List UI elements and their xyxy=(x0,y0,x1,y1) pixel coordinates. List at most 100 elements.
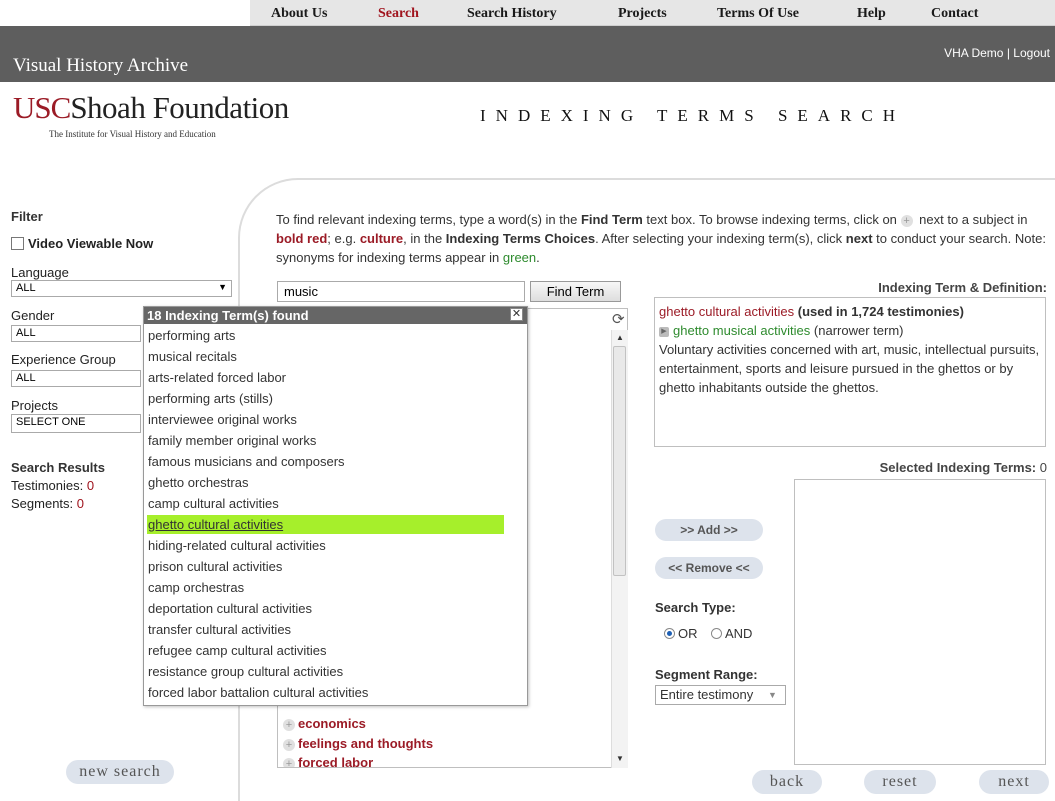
expand-arrow-icon[interactable]: ▶ xyxy=(659,326,669,337)
dropdown-item[interactable]: arts-related forced labor xyxy=(147,368,504,387)
chevron-down-icon[interactable]: ▼ xyxy=(768,690,777,700)
dropdown-item[interactable]: forced labor battalion cultural activiti… xyxy=(147,683,504,702)
dropdown-item[interactable]: hiding-related cultural activities xyxy=(147,536,504,555)
dropdown-item[interactable]: ghetto orchestras xyxy=(147,473,504,492)
find-term-input[interactable] xyxy=(277,281,525,302)
testimonies-value: 0 xyxy=(86,478,95,493)
dropdown-item[interactable]: musical recitals xyxy=(147,347,504,366)
find-term-button[interactable]: Find Term xyxy=(530,281,621,302)
segments-label: Segments: xyxy=(11,496,74,511)
projects-select[interactable]: SELECT ONE xyxy=(11,414,141,433)
projects-select-value: SELECT ONE xyxy=(16,416,86,428)
plus-icon[interactable]: + xyxy=(283,719,295,731)
nav-search-history[interactable]: Search History xyxy=(467,6,557,22)
segment-range-select[interactable]: Entire testimony xyxy=(655,685,786,705)
new-search-button[interactable]: new search xyxy=(66,760,174,784)
instr-p4: ; e.g. xyxy=(327,231,360,246)
narrower-term-row[interactable]: ▶ ghetto musical activities (narrower ter… xyxy=(659,321,1041,340)
dropdown-item[interactable]: family member original works xyxy=(147,431,504,450)
dropdown-item[interactable]: prison cultural activities xyxy=(147,557,504,576)
gender-label: Gender xyxy=(11,308,55,323)
language-select[interactable]: ALL ▼ xyxy=(11,280,232,297)
autocomplete-dropdown: 18 Indexing Term(s) found ✕ performing a… xyxy=(143,306,528,706)
dropdown-item[interactable]: deportation cultural activities xyxy=(147,599,504,618)
instr-p3: next to a subject in xyxy=(915,212,1028,227)
instr-p1: To find relevant indexing terms, type a … xyxy=(276,212,581,227)
nav-help[interactable]: Help xyxy=(857,6,886,22)
instructions-text: To find relevant indexing terms, type a … xyxy=(276,210,1046,267)
dropdown-count-label: 18 Indexing Term(s) found xyxy=(147,308,309,323)
nav-search[interactable]: Search xyxy=(378,6,419,22)
usc-shoah-logo: USCShoah Foundation xyxy=(13,90,289,126)
video-viewable-checkbox[interactable] xyxy=(11,237,24,250)
segments-count: Segments: 0 xyxy=(11,496,84,511)
search-type-and[interactable]: AND xyxy=(711,626,752,641)
add-button[interactable]: >> Add >> xyxy=(655,519,763,541)
definition-box: ghetto cultural activities (used in 1,72… xyxy=(654,297,1046,447)
dropdown-item[interactable]: transfer cultural activities xyxy=(147,620,504,639)
logo-usc: USC xyxy=(13,90,71,125)
dropdown-item[interactable]: resistance group cultural activities xyxy=(147,662,504,681)
scroll-down-icon[interactable]: ▼ xyxy=(616,754,624,763)
choice-item[interactable]: + feelings and thoughts xyxy=(283,736,433,751)
back-button[interactable]: back xyxy=(752,770,822,794)
selected-terms-box[interactable] xyxy=(794,479,1046,765)
app-title: Visual History Archive xyxy=(13,55,189,76)
user-name-link[interactable]: VHA Demo xyxy=(944,46,1003,60)
close-icon[interactable]: ✕ xyxy=(510,308,523,321)
choice-label: forced labor xyxy=(298,755,374,767)
dropdown-item[interactable]: ghetto cultural activities xyxy=(147,515,504,534)
nav-contact[interactable]: Contact xyxy=(931,6,978,22)
top-nav: About Us Search Search History Projects … xyxy=(0,0,1055,26)
scroll-up-icon[interactable]: ▲ xyxy=(616,333,624,342)
nav-terms-of-use[interactable]: Terms Of Use xyxy=(717,6,799,22)
radio-or-label: OR xyxy=(678,626,698,641)
plus-icon[interactable]: + xyxy=(283,739,295,751)
dropdown-item[interactable]: refugee camp cultural activities xyxy=(147,641,504,660)
projects-label: Projects xyxy=(11,398,58,413)
instr-p6: . After selecting your indexing term(s),… xyxy=(595,231,846,246)
reset-button[interactable]: reset xyxy=(864,770,936,794)
dropdown-item[interactable]: performing arts (stills) xyxy=(147,389,504,408)
remove-button[interactable]: << Remove << xyxy=(655,557,763,579)
segment-range-value: Entire testimony xyxy=(660,687,754,702)
logout-link[interactable]: Logout xyxy=(1013,46,1050,60)
dropdown-item[interactable]: famous musicians and composers xyxy=(147,452,504,471)
refresh-icon[interactable]: ⟳ xyxy=(612,310,625,328)
experience-group-select[interactable]: ALL xyxy=(11,370,141,387)
gender-select-value: ALL xyxy=(16,327,36,339)
gender-select[interactable]: ALL xyxy=(11,325,141,342)
instr-choices: Indexing Terms Choices xyxy=(445,231,596,246)
user-links-separator: | xyxy=(1006,46,1010,60)
definition-text: Voluntary activities concerned with art,… xyxy=(659,342,1040,395)
search-type-or[interactable]: OR xyxy=(664,626,698,641)
radio-or-icon[interactable] xyxy=(664,628,675,639)
next-button[interactable]: next xyxy=(979,770,1049,794)
search-results-label: Search Results xyxy=(11,460,105,475)
radio-and-icon[interactable] xyxy=(711,628,722,639)
segments-value: 0 xyxy=(76,496,85,511)
choices-scroll-thumb[interactable] xyxy=(613,346,626,576)
dropdown-item[interactable]: performing arts xyxy=(147,326,504,345)
dropdown-header: 18 Indexing Term(s) found ✕ xyxy=(144,307,527,324)
language-select-value: ALL xyxy=(16,282,36,294)
plus-icon: + xyxy=(900,215,913,227)
testimonies-label: Testimonies: xyxy=(11,478,84,493)
dropdown-item[interactable]: camp cultural activities xyxy=(147,494,504,513)
plus-icon[interactable]: + xyxy=(283,758,295,767)
segment-range-label: Segment Range: xyxy=(655,667,758,682)
nav-projects[interactable]: Projects xyxy=(618,6,667,22)
dropdown-item[interactable]: camp orchestras xyxy=(147,578,504,597)
choice-label: feelings and thoughts xyxy=(298,736,434,751)
radio-and-label: AND xyxy=(725,626,753,641)
dropdown-item[interactable]: interviewee original works xyxy=(147,410,504,429)
video-viewable-row[interactable]: Video Viewable Now xyxy=(11,236,153,251)
narrower-term[interactable]: ghetto musical activities xyxy=(673,323,810,338)
choice-item[interactable]: + economics xyxy=(283,716,366,731)
logo-tagline: The Institute for Visual History and Edu… xyxy=(49,129,216,139)
experience-group-label: Experience Group xyxy=(11,352,116,367)
nav-about-us[interactable]: About Us xyxy=(271,6,327,22)
choice-item[interactable]: + forced labor xyxy=(283,755,373,767)
search-type-label: Search Type: xyxy=(655,600,736,615)
definition-term-row: ghetto cultural activities (used in 1,72… xyxy=(659,302,1041,321)
